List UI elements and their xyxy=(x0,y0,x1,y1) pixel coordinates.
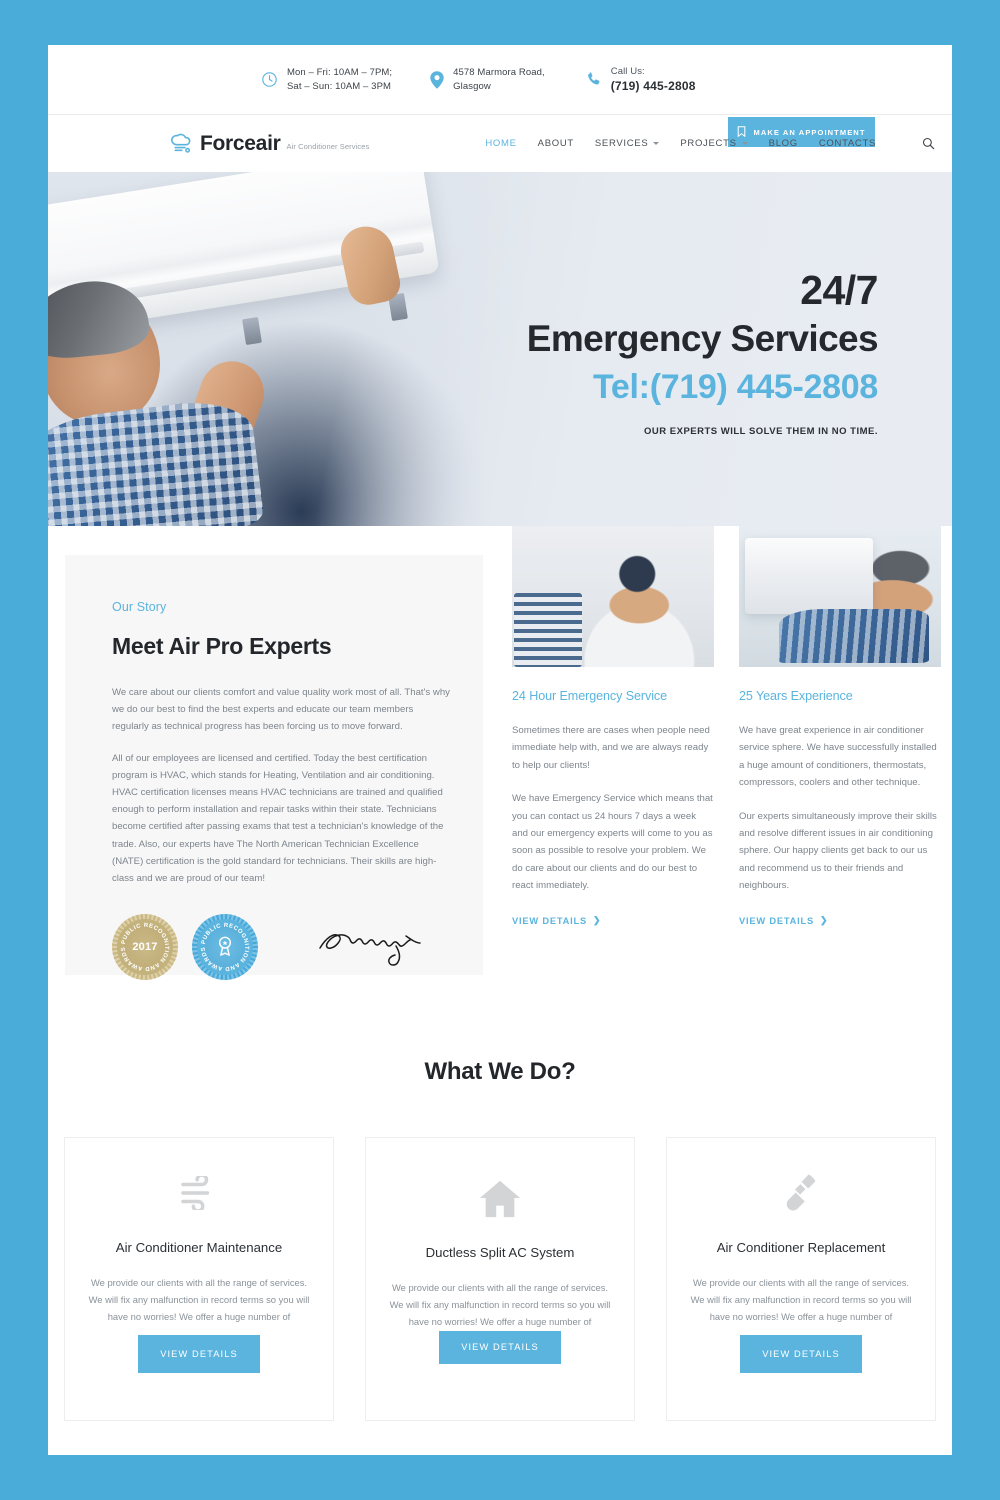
service-card-maintenance[interactable]: Air Conditioner Maintenance We provide o… xyxy=(64,1137,334,1421)
what-we-do-title: What We Do? xyxy=(424,1058,576,1085)
card-text-maintenance: We provide our clients with all the rang… xyxy=(88,1277,310,1323)
column-paragraph-2: Our experts simultaneously improve their… xyxy=(739,810,937,892)
address-text: 4578 Marmora Road, Glasgow xyxy=(453,66,545,94)
logo-tagline: Air Conditioner Services xyxy=(286,141,370,151)
search-icon[interactable] xyxy=(922,137,935,150)
nav-item-contacts[interactable]: CONTACTS xyxy=(819,138,876,149)
view-details-button-replacement[interactable]: VIEW DETAILS xyxy=(740,1335,862,1373)
award-seal-blue: PUBLIC RECOGNITION AND AWARDS xyxy=(192,914,258,981)
wind-icon xyxy=(179,1171,219,1215)
phone-number[interactable]: (719) 445-2808 xyxy=(611,79,696,93)
seal-ring-text: PUBLIC RECOGNITION AND AWARDS xyxy=(201,923,250,972)
story-section: Our Story Meet Air Pro Experts We care a… xyxy=(48,526,952,1000)
hero-banner: 24/7 Emergency Services Tel:(719) 445-28… xyxy=(48,172,952,526)
story-heading: Meet Air Pro Experts xyxy=(112,633,332,659)
column-title-experience: 25 Years Experience xyxy=(739,689,853,703)
award-badges: PUBLIC RECOGNITION AND AWARDS 2017 PUBLI… xyxy=(112,914,451,981)
call-text: Call Us: (719) 445-2808 xyxy=(611,65,696,95)
award-seal-gold: PUBLIC RECOGNITION AND AWARDS 2017 xyxy=(112,914,178,981)
what-we-do-section: What We Do? Air Conditioner Maintenance … xyxy=(48,1058,952,1421)
hours-info: Mon – Fri: 10AM – 7PM; Sat – Sun: 10AM –… xyxy=(261,66,392,94)
column-paragraph-2: We have Emergency Service which means th… xyxy=(512,793,713,892)
main-navbar: Forceair Air Conditioner Services HOME A… xyxy=(48,115,952,172)
nav-label-about: ABOUT xyxy=(537,138,574,149)
card-title-ductless: Ductless Split AC System xyxy=(425,1245,575,1260)
nav-label-home: HOME xyxy=(485,138,517,149)
hero-kicker: 24/7 xyxy=(800,267,878,313)
nav-label-blog: BLOG xyxy=(768,138,798,149)
card-text-replacement: We provide our clients with all the rang… xyxy=(690,1277,912,1323)
clock-icon xyxy=(261,71,278,88)
technician-with-tablet-photo xyxy=(512,526,714,667)
column-paragraph-1: We have great experience in air conditio… xyxy=(739,725,937,789)
cloud-air-icon xyxy=(170,133,194,155)
address-line-1: 4578 Marmora Road, xyxy=(453,66,545,78)
address-line-2: Glasgow xyxy=(453,80,491,92)
nav-label-projects: PROJECTS xyxy=(680,138,737,149)
nav-item-about[interactable]: ABOUT xyxy=(538,138,574,149)
view-details-link-experience[interactable]: VIEW DETAILS ❯ xyxy=(739,915,828,926)
chevron-right-icon: ❯ xyxy=(593,915,602,926)
seal-ring-text: PUBLIC RECOGNITION AND AWARDS xyxy=(121,923,170,972)
screwdriver-icon xyxy=(784,1171,818,1215)
column-title-emergency: 24 Hour Emergency Service xyxy=(512,689,667,703)
logo[interactable]: Forceair Air Conditioner Services xyxy=(170,131,370,155)
story-content: Our Story Meet Air Pro Experts We care a… xyxy=(65,555,483,981)
view-details-button-maintenance[interactable]: VIEW DETAILS xyxy=(138,1335,260,1373)
nav-item-blog[interactable]: BLOG xyxy=(769,138,798,149)
view-details-label: VIEW DETAILS xyxy=(739,915,815,926)
story-paragraph-2: All of our employees are licensed and ce… xyxy=(112,752,444,885)
hero-text-block: 24/7 Emergency Services Tel:(719) 445-28… xyxy=(526,266,879,437)
svg-text:PUBLIC RECOGNITION AND AWARDS: PUBLIC RECOGNITION AND AWARDS xyxy=(121,923,170,972)
nav-item-home[interactable]: HOME xyxy=(485,138,516,149)
page-container: Mon – Fri: 10AM – 7PM; Sat – Sun: 10AM –… xyxy=(48,45,952,1455)
story-eyebrow: Our Story xyxy=(112,600,167,614)
feature-column-emergency: 24 Hour Emergency Service Sometimes ther… xyxy=(512,526,714,929)
story-paragraph-1: We care about our clients comfort and va… xyxy=(112,687,450,733)
technician-servicing-wall-ac-photo xyxy=(739,526,941,667)
seal-ring: PUBLIC RECOGNITION AND AWARDS 2017 xyxy=(117,919,173,976)
chevron-down-icon xyxy=(653,142,660,145)
logo-name: Forceair xyxy=(200,131,281,155)
hours-line-1: Mon – Fri: 10AM – 7PM; xyxy=(287,66,393,78)
chevron-right-icon: ❯ xyxy=(820,915,829,926)
address-info: 4578 Marmora Road, Glasgow xyxy=(430,66,545,94)
nav-label-services: SERVICES xyxy=(594,138,649,149)
hero-subtitle: OUR EXPERTS WILL SOLVE THEM IN NO TIME. xyxy=(644,426,878,437)
hero-title: Emergency Services xyxy=(526,318,879,359)
card-title-replacement: Air Conditioner Replacement xyxy=(716,1240,886,1255)
nav-item-projects[interactable]: PROJECTS xyxy=(680,138,748,149)
nav-label-contacts: CONTACTS xyxy=(818,138,877,149)
house-icon xyxy=(478,1179,522,1219)
service-card-ductless[interactable]: Ductless Split AC System We provide our … xyxy=(365,1137,635,1421)
hours-text: Mon – Fri: 10AM – 7PM; Sat – Sun: 10AM –… xyxy=(287,66,392,94)
phone-icon xyxy=(585,71,602,88)
nav-menu: HOME ABOUT SERVICES PROJECTS BLOG CONTAC… xyxy=(485,138,876,149)
card-text-ductless: We provide our clients with all the rang… xyxy=(389,1282,611,1328)
hero-telephone[interactable]: Tel:(719) 445-2808 xyxy=(527,363,878,411)
call-label: Call Us: xyxy=(610,65,645,77)
signature-image xyxy=(314,922,444,973)
hours-line-2: Sat – Sun: 10AM – 3PM xyxy=(287,80,392,92)
service-cards: Air Conditioner Maintenance We provide o… xyxy=(48,1137,952,1421)
call-info: Call Us: (719) 445-2808 xyxy=(585,65,696,95)
svg-text:PUBLIC RECOGNITION AND AWARDS: PUBLIC RECOGNITION AND AWARDS xyxy=(201,923,250,972)
view-details-button-ductless[interactable]: VIEW DETAILS xyxy=(439,1330,561,1364)
top-bar: Mon – Fri: 10AM – 7PM; Sat – Sun: 10AM –… xyxy=(48,45,952,147)
service-card-replacement[interactable]: Air Conditioner Replacement We provide o… xyxy=(666,1137,936,1421)
feature-column-experience: 25 Years Experience We have great experi… xyxy=(739,526,941,929)
view-details-link-emergency[interactable]: VIEW DETAILS ❯ xyxy=(512,915,601,926)
nav-item-services[interactable]: SERVICES xyxy=(594,138,660,149)
column-paragraph-1: Sometimes there are cases when people ne… xyxy=(512,725,710,771)
chevron-down-icon xyxy=(741,142,748,145)
view-details-label: VIEW DETAILS xyxy=(512,915,588,926)
card-title-maintenance: Air Conditioner Maintenance xyxy=(115,1240,283,1255)
seal-ring: PUBLIC RECOGNITION AND AWARDS xyxy=(197,919,253,976)
map-pin-icon xyxy=(430,70,444,89)
feature-columns: 24 Hour Emergency Service Sometimes ther… xyxy=(512,526,942,929)
